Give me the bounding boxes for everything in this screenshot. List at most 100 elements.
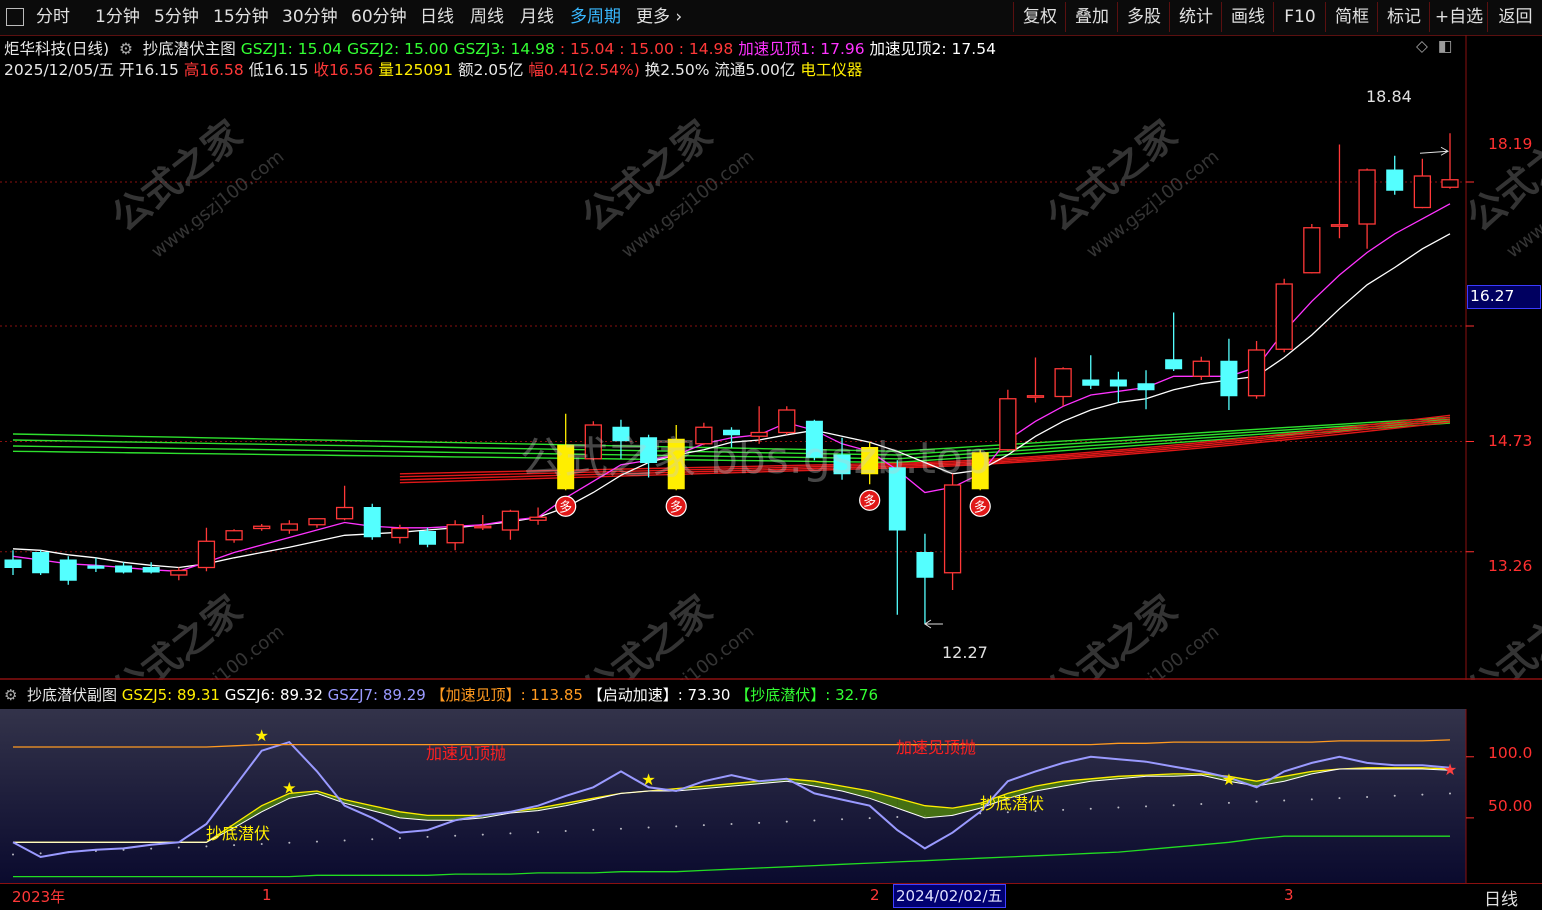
dotted-level — [233, 844, 236, 847]
buy-signal-marker[interactable]: 多 — [555, 495, 577, 517]
candle[interactable] — [280, 520, 298, 534]
gszj2-value: GSZJ2: 15.00 — [347, 40, 449, 58]
stock-name[interactable]: 炬华科技(日线) — [4, 40, 109, 58]
sub-indicator-name[interactable]: 抄底潜伏副图 — [27, 686, 117, 704]
toolbar-action-button[interactable]: F10 — [1273, 2, 1326, 32]
candle[interactable] — [1247, 341, 1266, 399]
price-axis-label: 18.19 — [1488, 135, 1533, 153]
candle-body-up — [999, 398, 1017, 451]
close-value: 16.56 — [329, 61, 374, 79]
settings-icon[interactable]: ⚙ — [114, 40, 138, 58]
main-indicator-name[interactable]: 抄底潜伏主图 — [143, 40, 236, 58]
toolbar-action-button[interactable]: 多股 — [1117, 2, 1170, 32]
dotted-level — [592, 828, 595, 831]
candle[interactable] — [1275, 278, 1293, 353]
candle-body-up — [474, 525, 492, 529]
candle[interactable] — [1054, 367, 1072, 407]
candle[interactable] — [1137, 370, 1155, 410]
candle[interactable] — [999, 389, 1017, 452]
toolbar-action-button[interactable]: 复权 — [1013, 2, 1066, 32]
high-label: 高 — [183, 61, 200, 79]
candle[interactable] — [225, 529, 243, 543]
candle[interactable] — [197, 527, 216, 572]
toolbar-action-button[interactable]: 简框 — [1325, 2, 1378, 32]
diamond-icon[interactable]: ◇ — [1416, 37, 1428, 55]
candle[interactable] — [1082, 355, 1100, 389]
period-button[interactable]: 日线 — [1484, 885, 1518, 910]
watermark-text: 公式之家 — [103, 112, 250, 240]
sector-name[interactable]: 电工仪器 — [800, 61, 862, 79]
candle[interactable] — [1192, 356, 1210, 380]
main-price-chart[interactable]: 公式之家www.gszj100.com 公式之家www.gszj100.com 公式… — [0, 35, 1542, 680]
candle[interactable] — [335, 485, 354, 521]
candle[interactable] — [1386, 155, 1404, 195]
time-axis: 2023年 1 2 2024/02/02/五 3 日线 — [0, 883, 1542, 910]
dotted-level — [481, 833, 484, 836]
candle[interactable] — [501, 509, 520, 540]
watermark-text: 公式之家 — [1458, 587, 1542, 680]
sub-settings-icon[interactable]: ⚙ — [4, 686, 22, 704]
candle-body-down — [1165, 359, 1183, 370]
candle-body-down — [1109, 379, 1127, 387]
period-tab[interactable]: 日线 — [420, 0, 454, 35]
candle[interactable] — [4, 550, 22, 575]
candle[interactable] — [253, 524, 271, 531]
period-tab[interactable]: 15分钟 — [213, 0, 269, 35]
toolbar-action-button[interactable]: 标记 — [1377, 2, 1430, 32]
star-marker: ★ — [1443, 760, 1457, 779]
candle[interactable] — [474, 515, 492, 530]
toolbar-action-button[interactable]: 叠加 — [1065, 2, 1118, 32]
period-tab[interactable]: 月线 — [520, 0, 554, 35]
top-toolbar: 分时 1分钟 5分钟 15分钟 30分钟 60分钟 日线 周线 月线 多周期 更多 › 复权 叠加 多股统… — [0, 0, 1542, 36]
volume-value: 125091 — [393, 61, 453, 79]
accel-top2-value: 加速见顶2: 17.54 — [869, 40, 996, 58]
candle[interactable] — [446, 520, 464, 551]
quote-line: 2025/12/05/五 开16.15 高16.58 低16.15 收16.56… — [4, 58, 862, 80]
period-tab[interactable]: 5分钟 — [154, 0, 199, 35]
period-tab[interactable]: 更多 › — [636, 0, 682, 35]
toolbar-action-button[interactable]: +自选 — [1429, 2, 1488, 32]
period-tab[interactable]: 60分钟 — [351, 0, 407, 35]
candle[interactable] — [115, 562, 133, 574]
candle[interactable] — [1330, 144, 1349, 239]
dotted-level — [1421, 793, 1424, 796]
period-tab[interactable]: 多周期 — [570, 0, 621, 35]
menu-grip-icon[interactable] — [6, 8, 24, 26]
candle[interactable] — [1220, 338, 1238, 410]
candle[interactable] — [1358, 168, 1376, 249]
candle-body-up — [1275, 283, 1293, 350]
candle[interactable] — [1441, 133, 1459, 189]
candle[interactable] — [308, 518, 326, 528]
panel-toggle-icon[interactable]: ◧ — [1438, 37, 1453, 55]
toolbar-action-button[interactable]: 统计 — [1169, 2, 1222, 32]
sub-indicator-chart[interactable]: ★ ★ ★ ★ ★ — [0, 709, 1542, 883]
candle[interactable] — [1026, 357, 1045, 403]
dotted-level — [1310, 798, 1313, 801]
buy-signal-marker[interactable]: 多 — [859, 489, 881, 511]
period-tab[interactable]: 30分钟 — [282, 0, 338, 35]
candle[interactable] — [59, 556, 77, 585]
candle[interactable] — [1109, 371, 1127, 403]
candle[interactable] — [1413, 158, 1432, 209]
period-tab[interactable]: 周线 — [470, 0, 504, 35]
candle[interactable] — [529, 507, 547, 525]
dotted-level — [1172, 804, 1175, 807]
period-tab[interactable]: 分时 — [36, 0, 70, 35]
candle-body-up — [1026, 395, 1045, 398]
sub-header: ⚙ 抄底潜伏副图 GSZJ5: 89.31 GSZJ6: 89.32 GSZJ7… — [4, 684, 878, 705]
period-tab[interactable]: 1分钟 — [95, 0, 140, 35]
toolbar-action-button[interactable]: 画线 — [1221, 2, 1274, 32]
candle[interactable] — [32, 550, 50, 575]
candle[interactable] — [1165, 312, 1183, 372]
buy-signal-marker[interactable]: 多 — [969, 495, 991, 517]
high-value: 16.58 — [199, 61, 244, 79]
watermark-tile: 公式之家www.gszj100.com — [1458, 587, 1542, 680]
dotted-level — [1283, 799, 1286, 802]
buy-signal-marker[interactable]: 多 — [665, 495, 687, 517]
candle[interactable] — [363, 503, 381, 540]
candle[interactable] — [943, 473, 962, 590]
candle[interactable] — [1303, 224, 1321, 274]
candle[interactable] — [142, 562, 160, 574]
candle[interactable] — [916, 533, 934, 624]
toolbar-action-button[interactable]: 返回 — [1487, 2, 1542, 32]
